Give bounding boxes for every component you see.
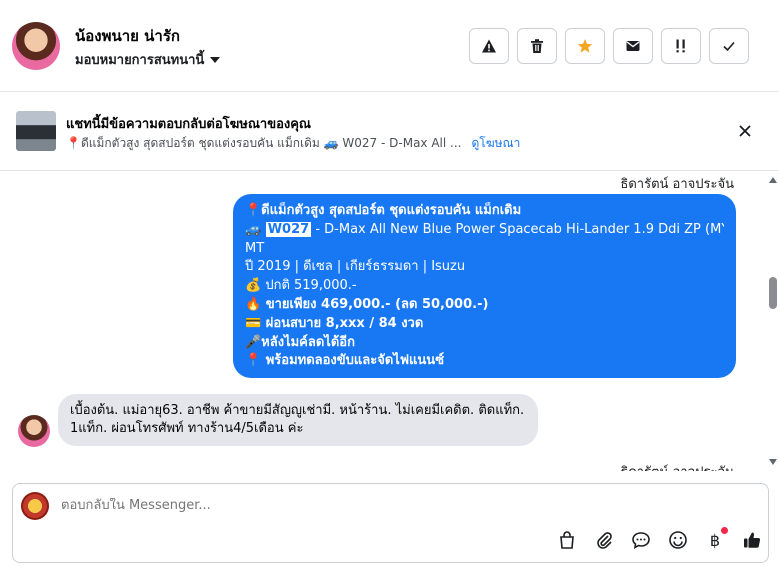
contact-avatar-small[interactable] (18, 415, 50, 447)
message-line: 📍ดีแม็กตัวสูง สุดสปอร์ต ชุดแต่งรอบคัน แม… (245, 203, 522, 218)
saved-replies-button[interactable] (631, 530, 651, 550)
incoming-message[interactable]: เบื้องต้น. แม่อายุ63. อาชีพ ค้าขายมีสัญญ… (58, 394, 538, 446)
check-icon (723, 41, 735, 52)
model-text: - D-Max All New Blue Power Spacecab Hi-L… (311, 221, 724, 237)
message-line: 📍 พร้อมทดลองขับและจัดไฟแนนซ์ (245, 353, 445, 369)
thread-scrollbar[interactable] (765, 171, 779, 471)
chat-bubble-icon (632, 532, 650, 550)
spam-icon (482, 39, 496, 53)
payment-button[interactable]: ฿ (705, 527, 728, 550)
highlighted-code: W027 (265, 221, 312, 237)
contact-avatar[interactable] (12, 22, 60, 70)
close-banner-button[interactable] (735, 121, 755, 141)
star-button[interactable] (565, 28, 605, 64)
reply-input[interactable] (61, 498, 661, 513)
message-line: 💰 ปกติ 519,000.- (245, 278, 357, 294)
follow-up-icon (676, 39, 685, 53)
emoji-button[interactable] (668, 530, 688, 550)
message-thread[interactable]: ธิดารัตน์ อาจประจัน 📍ดีแม็กตัวสูง สุดสปอ… (0, 171, 765, 471)
attach-file-button[interactable] (594, 530, 614, 550)
ad-summary: 📍ดีแม็กตัวสูง สุดสปอร์ต ชุดแต่งรอบคัน แม… (66, 134, 520, 153)
conversation-actions (469, 28, 749, 64)
sender-name: ธิดารัตน์ อาจประจัน (620, 461, 734, 471)
reply-composer: ฿ (12, 483, 769, 563)
ad-banner-title: แชทนี้มีข้อความตอบกลับต่อโฆษณาของคุณ (66, 117, 311, 132)
notification-dot (721, 527, 728, 534)
trash-icon (531, 39, 543, 53)
composer-tools: ฿ (557, 527, 762, 550)
emoji-icon (669, 531, 687, 549)
close-icon (739, 125, 751, 137)
paperclip-icon (597, 532, 612, 549)
car-emoji: 🚙 (245, 221, 266, 237)
mark-done-button[interactable] (709, 28, 749, 64)
delete-button[interactable] (517, 28, 557, 64)
ad-summary-text: 📍ดีแม็กตัวสูง สุดสปอร์ต ชุดแต่งรอบคัน แม… (66, 136, 462, 150)
message-line: ปี 2019 | ดีเซล | เกียร์ธรรมดา | Isuzu (245, 259, 466, 275)
scroll-down-arrow-icon[interactable] (769, 459, 777, 465)
message-line: 💳 ผ่อนสบาย 8,xxx / 84 งวด (245, 315, 424, 331)
message-line: 🎤หลังไมค์ลดได้อีก (245, 334, 355, 350)
shop-button[interactable] (557, 530, 577, 550)
mark-spam-button[interactable] (469, 28, 509, 64)
send-like-button[interactable] (742, 530, 762, 550)
assign-label: มอบหมายการสนทนานี้ (75, 53, 205, 68)
scrollbar-thumb[interactable] (769, 277, 777, 309)
message-line: 🔥 ขายเพียง 469,000.- (ลด 50,000.-) (245, 296, 489, 312)
page-avatar (21, 492, 49, 520)
message-line: 🚙 W027 - D-Max All New Blue Power Spacec… (245, 221, 724, 240)
message-line: MT (245, 240, 265, 256)
baht-icon: ฿ (709, 530, 721, 550)
scroll-up-arrow-icon[interactable] (769, 177, 777, 183)
mark-unread-button[interactable] (613, 28, 653, 64)
contact-name[interactable]: น้องพนาย น่ารัก (75, 24, 180, 48)
follow-up-button[interactable] (661, 28, 701, 64)
view-ad-link[interactable]: ดูโฆษณา (471, 134, 520, 153)
assign-conversation-dropdown[interactable]: มอบหมายการสนทนานี้ (75, 49, 221, 70)
thumbs-up-icon (744, 532, 761, 548)
ad-thumbnail[interactable] (16, 111, 56, 151)
outgoing-message[interactable]: 📍ดีแม็กตัวสูง สุดสปอร์ต ชุดแต่งรอบคัน แม… (233, 194, 736, 378)
star-icon (577, 39, 593, 53)
sender-name: ธิดารัตน์ อาจประจัน (620, 177, 734, 192)
bag-icon (560, 531, 574, 549)
mail-icon (626, 41, 640, 51)
caret-down-icon (210, 56, 221, 63)
